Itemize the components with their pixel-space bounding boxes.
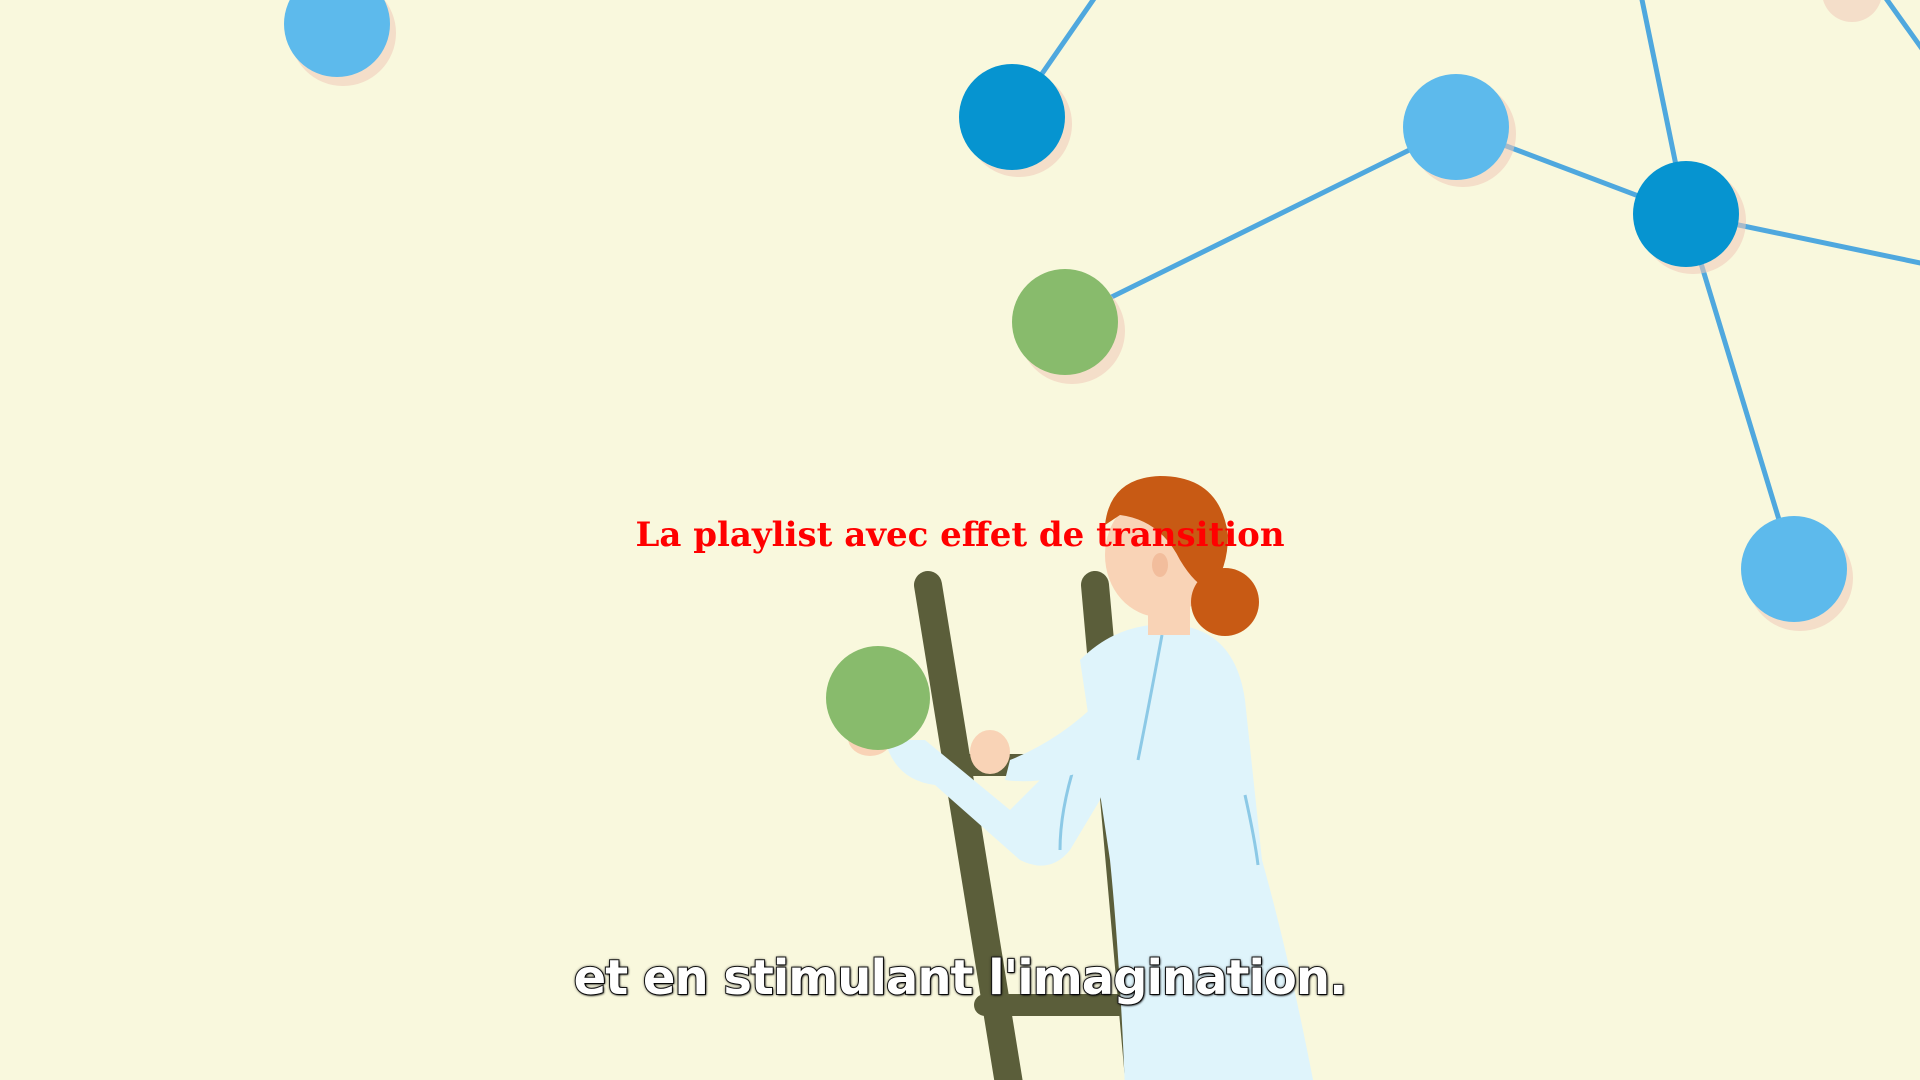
link-line: [1062, 124, 1459, 323]
video-subtitle: et en stimulant l'imagination.: [573, 949, 1349, 1007]
green-ball: [826, 646, 930, 750]
network-node: [1403, 74, 1509, 180]
network-node: [959, 64, 1065, 170]
video-frame[interactable]: La playlist avec effet de transition et …: [0, 0, 1920, 1080]
link-line: [1884, 0, 1920, 51]
network-node: [1012, 269, 1118, 375]
network-node: [1633, 161, 1739, 267]
playlist-title-overlay: La playlist avec effet de transition: [635, 515, 1285, 555]
hair-bun: [1191, 568, 1259, 636]
